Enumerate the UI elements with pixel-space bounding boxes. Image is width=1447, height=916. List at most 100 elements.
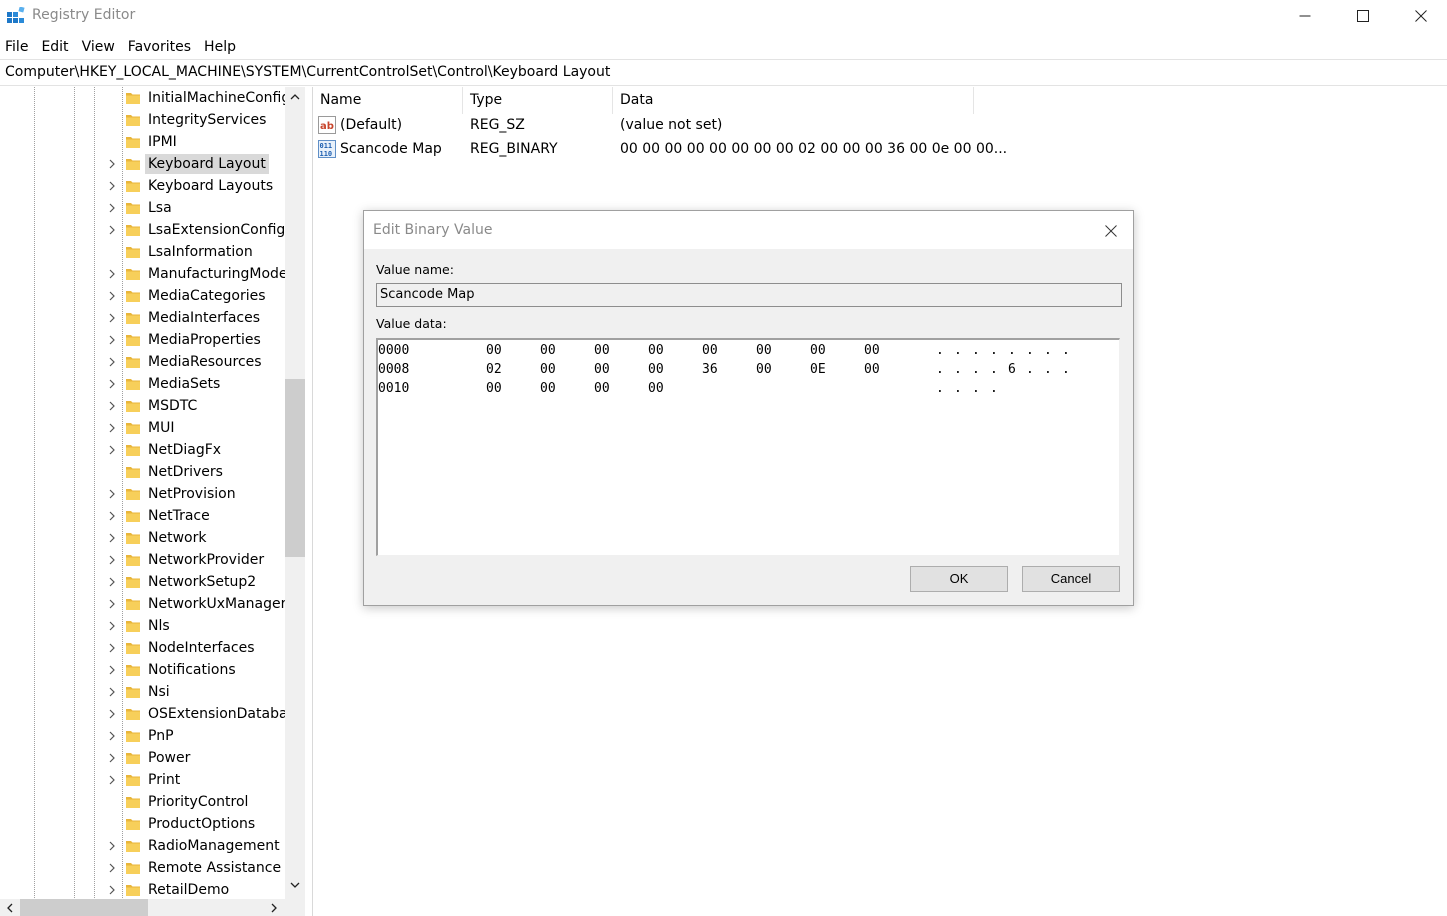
hex-byte[interactable]: 00 xyxy=(594,360,610,379)
list-row-default[interactable]: ab (Default) REG_SZ (value not set) xyxy=(314,113,1014,137)
chevron-right-icon[interactable] xyxy=(104,175,120,197)
menu-view[interactable]: View xyxy=(76,36,122,58)
tree-item[interactable]: ProductOptions xyxy=(104,813,258,835)
tree-item[interactable]: Keyboard Layouts xyxy=(104,175,276,197)
menu-edit[interactable]: Edit xyxy=(35,36,75,58)
chevron-right-icon[interactable] xyxy=(104,439,120,461)
chevron-right-icon[interactable] xyxy=(104,769,120,791)
chevron-right-icon[interactable] xyxy=(104,263,120,285)
chevron-right-icon[interactable] xyxy=(104,593,120,615)
chevron-right-icon[interactable] xyxy=(104,153,120,175)
close-button[interactable] xyxy=(1392,0,1447,32)
chevron-right-icon[interactable] xyxy=(104,725,120,747)
tree-item[interactable]: Network xyxy=(104,527,209,549)
tree-item[interactable]: MUI xyxy=(104,417,177,439)
tree-vertical-scrollbar[interactable] xyxy=(285,87,305,900)
hex-byte[interactable]: 00 xyxy=(594,379,610,398)
tree-item[interactable]: MediaCategories xyxy=(104,285,269,307)
hex-byte[interactable]: 00 xyxy=(756,360,772,379)
tree-item[interactable]: NetDrivers xyxy=(104,461,226,483)
chevron-right-icon[interactable] xyxy=(104,681,120,703)
hex-byte[interactable]: 00 xyxy=(648,379,664,398)
scroll-right-arrow-icon[interactable] xyxy=(265,899,283,916)
column-header-type[interactable]: Type xyxy=(464,87,613,114)
tree-item[interactable]: MediaInterfaces xyxy=(104,307,263,329)
tree-item[interactable]: NetworkProvider xyxy=(104,549,267,571)
chevron-right-icon[interactable] xyxy=(104,879,120,901)
hex-byte[interactable]: 00 xyxy=(864,341,880,360)
chevron-right-icon[interactable] xyxy=(104,505,120,527)
tree-item[interactable]: LsaExtensionConfig xyxy=(104,219,288,241)
hex-byte[interactable]: 00 xyxy=(486,341,502,360)
tree-item[interactable]: MediaProperties xyxy=(104,329,264,351)
hex-byte[interactable]: 0E xyxy=(810,360,826,379)
tree-item[interactable]: IntegrityServices xyxy=(104,109,269,131)
chevron-right-icon[interactable] xyxy=(104,483,120,505)
address-bar[interactable]: Computer\HKEY_LOCAL_MACHINE\SYSTEM\Curre… xyxy=(0,59,1447,86)
tree-item[interactable]: IPMI xyxy=(104,131,180,153)
hex-byte[interactable]: 00 xyxy=(810,341,826,360)
tree-item[interactable]: NetDiagFx xyxy=(104,439,224,461)
chevron-right-icon[interactable] xyxy=(104,351,120,373)
column-header-data[interactable]: Data xyxy=(614,87,974,114)
tree-item[interactable]: Nsi xyxy=(104,681,173,703)
hex-byte[interactable]: 00 xyxy=(702,341,718,360)
hex-byte[interactable]: 36 xyxy=(702,360,718,379)
tree-horizontal-scrollbar[interactable] xyxy=(0,899,285,916)
hex-byte[interactable]: 00 xyxy=(648,360,664,379)
chevron-right-icon[interactable] xyxy=(104,549,120,571)
tree-item[interactable]: OSExtensionDatabas xyxy=(104,703,298,725)
list-row-scancode-map[interactable]: 011 110 Scancode Map REG_BINARY 00 00 00… xyxy=(314,137,1014,161)
registry-tree[interactable]: InitialMachineConfig IntegrityServices IPM… xyxy=(0,87,305,916)
chevron-right-icon[interactable] xyxy=(104,747,120,769)
column-header-name[interactable]: Name xyxy=(314,87,463,114)
tree-item[interactable]: NetProvision xyxy=(104,483,239,505)
tree-item[interactable]: Print xyxy=(104,769,183,791)
tree-item[interactable]: NetTrace xyxy=(104,505,213,527)
hex-byte[interactable]: 00 xyxy=(486,379,502,398)
chevron-right-icon[interactable] xyxy=(104,329,120,351)
hex-byte[interactable]: 00 xyxy=(540,341,556,360)
minimize-button[interactable] xyxy=(1276,0,1334,32)
tree-item[interactable]: NetworkUxManager xyxy=(104,593,289,615)
chevron-right-icon[interactable] xyxy=(104,615,120,637)
tree-item[interactable]: MediaResources xyxy=(104,351,265,373)
tree-item[interactable]: Nls xyxy=(104,615,173,637)
tree-item[interactable]: Notifications xyxy=(104,659,239,681)
scroll-up-arrow-icon[interactable] xyxy=(285,88,305,106)
pane-splitter[interactable] xyxy=(305,87,313,916)
maximize-button[interactable] xyxy=(1334,0,1392,32)
tree-item[interactable]: PriorityControl xyxy=(104,791,251,813)
tree-item[interactable]: Lsa xyxy=(104,197,175,219)
tree-item[interactable]: Keyboard Layout xyxy=(104,153,269,175)
tree-item[interactable]: RadioManagement xyxy=(104,835,283,857)
chevron-right-icon[interactable] xyxy=(104,703,120,725)
chevron-right-icon[interactable] xyxy=(104,835,120,857)
menu-help[interactable]: Help xyxy=(198,36,243,58)
dialog-close-button[interactable] xyxy=(1099,220,1123,242)
hex-byte[interactable]: 00 xyxy=(594,341,610,360)
chevron-right-icon[interactable] xyxy=(104,197,120,219)
hex-byte[interactable]: 00 xyxy=(648,341,664,360)
hex-byte[interactable]: 00 xyxy=(540,379,556,398)
chevron-right-icon[interactable] xyxy=(104,285,120,307)
tree-item[interactable]: ManufacturingMode xyxy=(104,263,291,285)
menu-favorites[interactable]: Favorites xyxy=(122,36,198,58)
chevron-right-icon[interactable] xyxy=(104,373,120,395)
tree-item[interactable]: Power xyxy=(104,747,193,769)
chevron-right-icon[interactable] xyxy=(104,219,120,241)
tree-item[interactable]: MSDTC xyxy=(104,395,200,417)
ok-button[interactable]: OK xyxy=(910,566,1008,592)
tree-item[interactable]: RetailDemo xyxy=(104,879,232,901)
tree-horizontal-scroll-thumb[interactable] xyxy=(20,899,148,916)
tree-item[interactable]: LsaInformation xyxy=(104,241,256,263)
scroll-left-arrow-icon[interactable] xyxy=(1,899,19,916)
tree-item[interactable]: Remote Assistance xyxy=(104,857,284,879)
tree-item[interactable]: PnP xyxy=(104,725,177,747)
chevron-right-icon[interactable] xyxy=(104,527,120,549)
hex-byte[interactable]: 00 xyxy=(864,360,880,379)
chevron-right-icon[interactable] xyxy=(104,659,120,681)
chevron-right-icon[interactable] xyxy=(104,307,120,329)
menu-file[interactable]: File xyxy=(0,36,35,58)
chevron-right-icon[interactable] xyxy=(104,857,120,879)
